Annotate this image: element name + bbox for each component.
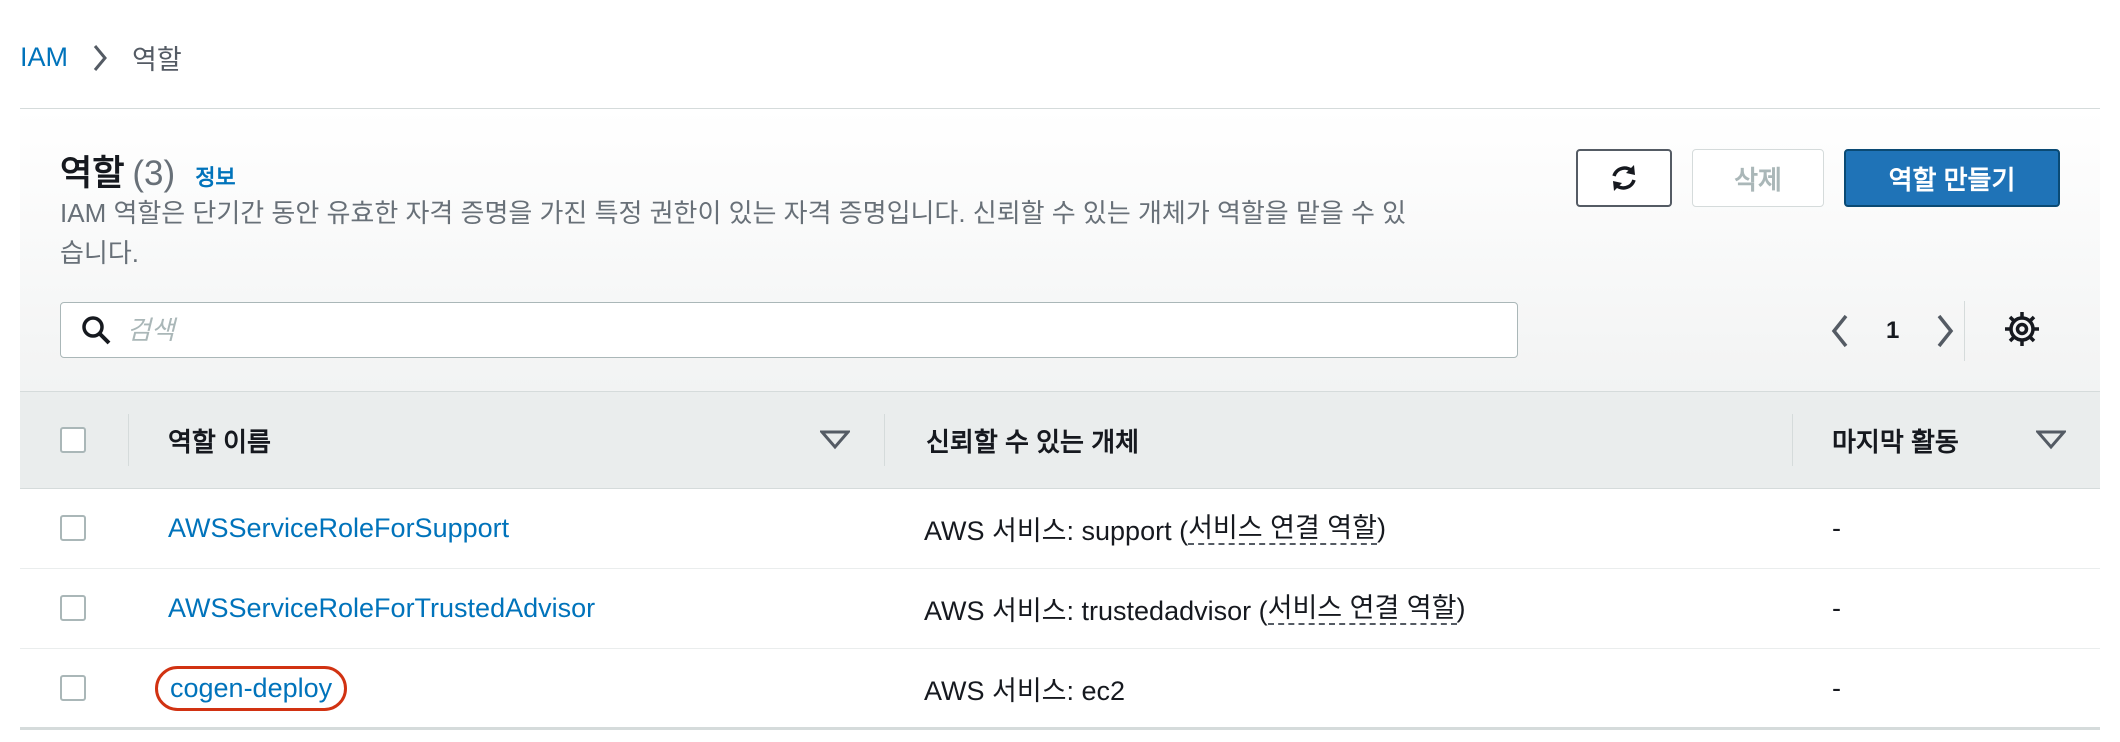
breadcrumb-iam-link[interactable]: IAM: [20, 42, 68, 73]
role-count: (3): [132, 154, 176, 193]
roles-table-container: 역할 (3) 정보 IAM 역할은 단기간 동안 유효한 자격 증명을 가진 특…: [20, 108, 2100, 731]
search-input[interactable]: [125, 313, 1429, 347]
column-divider: [884, 414, 885, 466]
create-role-button[interactable]: 역할 만들기: [1844, 149, 2060, 207]
current-page-number[interactable]: 1: [1886, 317, 1899, 345]
service-linked-role-tooltip[interactable]: 서비스 연결 역할: [1188, 513, 1377, 545]
row-checkbox[interactable]: [60, 595, 86, 621]
gear-icon: [2002, 309, 2042, 349]
role-name-link[interactable]: AWSServiceRoleForTrustedAdvisor: [168, 593, 595, 624]
last-activity-value: -: [1832, 513, 1841, 543]
title-text: 역할: [60, 154, 125, 193]
sort-descending-icon[interactable]: [2036, 430, 2066, 450]
select-all-checkbox[interactable]: [60, 427, 86, 453]
trusted-entity-text: AWS 서비스: ec2: [924, 676, 1126, 706]
trusted-entity-suffix: ): [1456, 593, 1466, 623]
last-activity-value: -: [1832, 593, 1841, 623]
trusted-entity-text: AWS 서비스: support (: [924, 516, 1189, 546]
column-header-last-activity[interactable]: 마지막 활동: [1832, 392, 1959, 488]
refresh-icon: [1608, 162, 1640, 194]
trusted-entity-cell: AWS 서비스: ec2: [924, 649, 1125, 728]
chevron-right-icon: [92, 43, 108, 73]
column-header-role-name[interactable]: 역할 이름: [168, 392, 271, 488]
page-description: IAM 역할은 단기간 동안 유효한 자격 증명을 가진 특정 권한이 있는 자…: [60, 198, 1407, 268]
trusted-entity-text: AWS 서비스: trustedadvisor (: [924, 596, 1268, 626]
table-bottom-border: [20, 727, 2100, 730]
chevron-left-icon: [1830, 313, 1850, 349]
trusted-entity-cell: AWS 서비스: trustedadvisor (서비스 연결 역할): [924, 569, 1466, 648]
previous-page-button[interactable]: [1820, 313, 1860, 349]
role-name-link[interactable]: AWSServiceRoleForSupport: [168, 513, 509, 544]
search-field[interactable]: [60, 302, 1518, 358]
info-link[interactable]: 정보: [195, 160, 235, 192]
row-checkbox[interactable]: [60, 675, 86, 701]
pagination-divider: [1964, 301, 1965, 361]
search-icon: [81, 315, 111, 345]
column-divider: [1792, 414, 1793, 466]
trusted-entity-cell: AWS 서비스: support (서비스 연결 역할): [924, 489, 1386, 568]
sort-descending-icon[interactable]: [820, 430, 850, 450]
preferences-button[interactable]: [2002, 309, 2042, 349]
delete-button[interactable]: 삭제: [1692, 149, 1824, 207]
breadcrumb: IAM 역할: [20, 38, 182, 77]
service-linked-role-tooltip[interactable]: 서비스 연결 역할: [1267, 593, 1457, 625]
pagination: 1: [1820, 301, 1965, 361]
refresh-button[interactable]: [1576, 149, 1672, 207]
row-checkbox[interactable]: [60, 515, 86, 541]
table-row[interactable]: AWSServiceRoleForSupport AWS 서비스: suppor…: [20, 489, 2100, 569]
role-name-link[interactable]: cogen-deploy: [155, 666, 348, 711]
breadcrumb-current: 역할: [132, 45, 182, 75]
chevron-right-icon: [1935, 313, 1955, 349]
page-title: 역할 (3) 정보: [60, 145, 236, 196]
column-header-trusted-entities[interactable]: 신뢰할 수 있는 개체: [926, 392, 1139, 488]
last-activity-value: -: [1832, 673, 1841, 703]
trusted-entity-suffix: ): [1376, 513, 1386, 543]
table-header: 역할 이름 신뢰할 수 있는 개체 마지막 활동: [20, 392, 2100, 489]
table-row[interactable]: AWSServiceRoleForTrustedAdvisor AWS 서비스:…: [20, 569, 2100, 649]
next-page-button[interactable]: [1925, 313, 1965, 349]
column-divider: [128, 414, 129, 466]
table-row[interactable]: cogen-deploy AWS 서비스: ec2 -: [20, 649, 2100, 728]
